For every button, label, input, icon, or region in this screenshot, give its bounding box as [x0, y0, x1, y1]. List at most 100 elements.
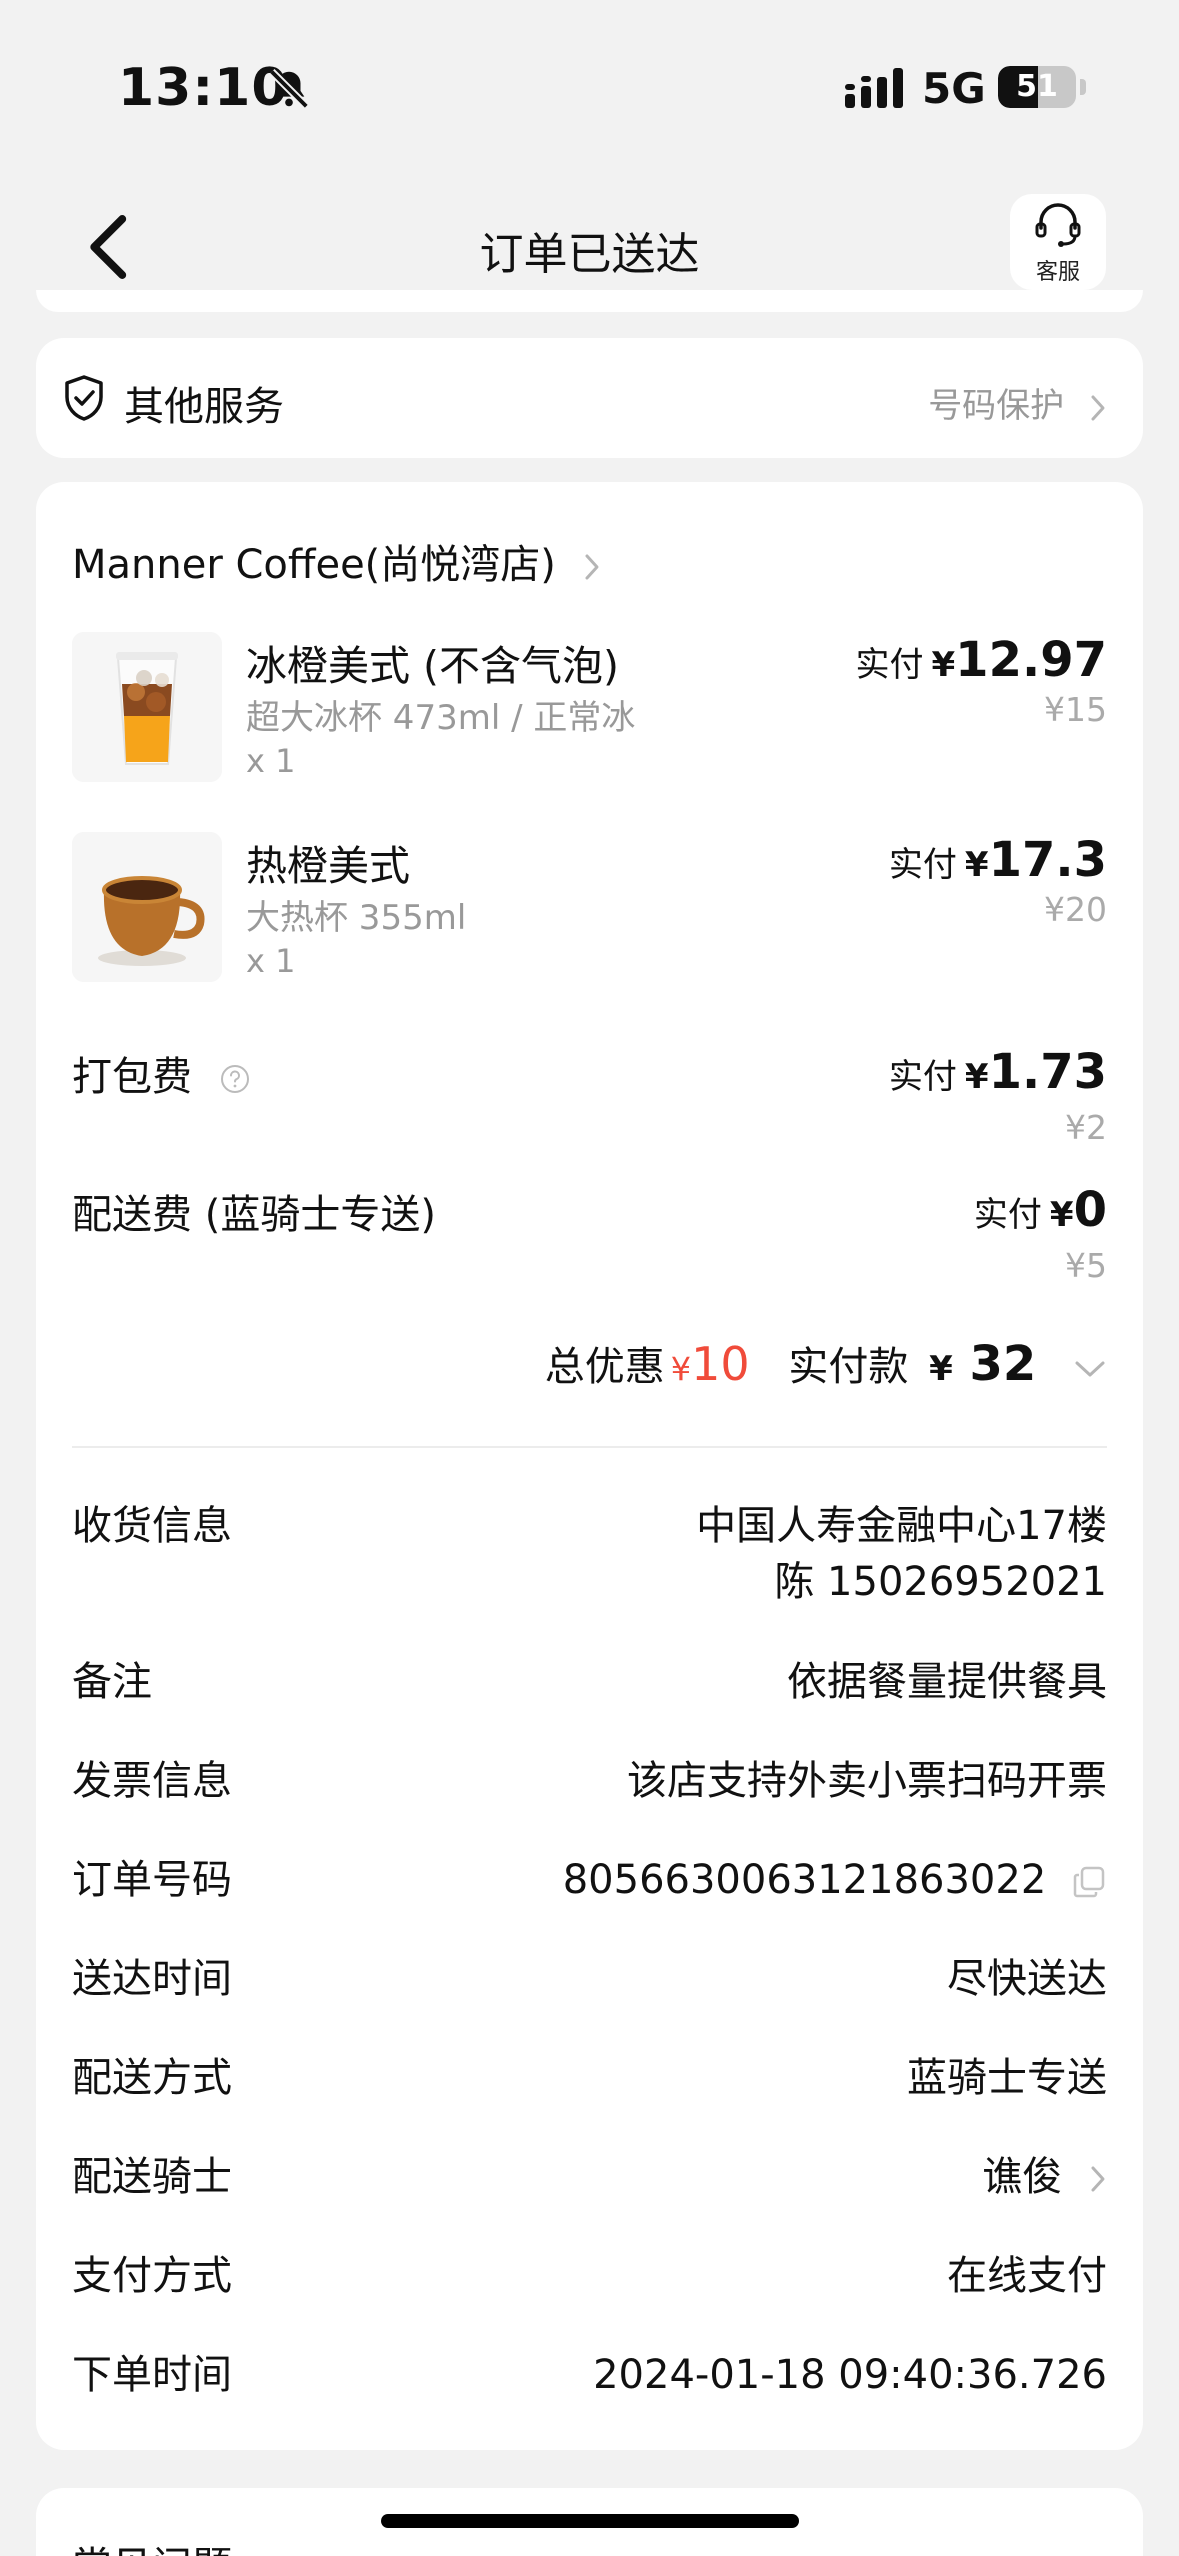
- fee-label-text: 打包费: [72, 1054, 192, 1100]
- delivery-method-value: 蓝骑士专送: [907, 2055, 1107, 2101]
- pay-label: 实付: [973, 1195, 1042, 1235]
- total-currency: ¥: [929, 1349, 953, 1389]
- signal-icon: [845, 68, 903, 108]
- hot-orange-americano-image: [72, 832, 222, 982]
- address-label: 收货信息: [72, 1503, 232, 1549]
- note-label: 备注: [72, 1659, 152, 1705]
- packaging-fee-row: 打包费 实付 ¥1.73 ¥2: [72, 1044, 1107, 1154]
- discount-currency: ¥: [670, 1350, 692, 1388]
- address-line: 中国人寿金融中心17楼: [696, 1503, 1107, 1549]
- delivery-fee-original: ¥5: [1065, 1246, 1107, 1285]
- item-paid-price: 实付 ¥17.3: [889, 832, 1107, 888]
- pay-label: 实付: [888, 845, 957, 885]
- discount-label: 总优惠: [544, 1344, 665, 1390]
- pay-label: 实付: [888, 1057, 957, 1097]
- store-link[interactable]: Manner Coffee(尚悦湾店): [72, 532, 601, 590]
- order-time-label: 下单时间: [72, 2352, 232, 2398]
- order-number: 8056630063121863022: [562, 1857, 1047, 1903]
- number-protection-link[interactable]: 号码保护: [928, 378, 1107, 427]
- order-time-row: 下单时间 2024-01-18 09:40:36.726: [72, 2347, 1107, 2403]
- paid-amount: 1.73: [988, 1044, 1107, 1100]
- invoice-value: 该店支持外卖小票扫码开票: [627, 1758, 1107, 1804]
- nav-bar: 订单已送达 客服: [0, 190, 1179, 300]
- store-name: Manner Coffee(尚悦湾店): [72, 542, 556, 588]
- item-name: 冰橙美式 (不含气泡): [246, 642, 620, 690]
- discount-amount: 10: [691, 1337, 750, 1391]
- currency-symbol: ¥: [964, 1057, 989, 1097]
- rider-value[interactable]: 谯俊: [982, 2149, 1107, 2205]
- note-row: 备注 依据餐量提供餐具: [72, 1654, 1107, 1710]
- customer-service-label: 客服: [1035, 260, 1080, 285]
- previous-card-edge: [36, 290, 1143, 312]
- battery-level: 51: [1016, 69, 1058, 104]
- status-time: 13:10: [118, 58, 289, 118]
- number-protection-label: 号码保护: [928, 386, 1065, 426]
- payment-row: 支付方式 在线支付: [72, 2248, 1107, 2304]
- customer-service-button[interactable]: 客服: [1010, 194, 1106, 290]
- delivery-time-value: 尽快送达: [947, 1956, 1107, 2002]
- total-paid-label: 实付款: [788, 1344, 909, 1390]
- order-item[interactable]: 冰橙美式 (不含气泡) 超大冰杯 473ml / 正常冰 x 1 实付 ¥12.9…: [72, 632, 1107, 782]
- order-time-value: 2024-01-18 09:40:36.726: [593, 2352, 1107, 2398]
- shield-check-icon: [65, 375, 103, 421]
- recipient-line: 陈 15026952021: [774, 1559, 1107, 1605]
- rider-name: 谯俊: [982, 2154, 1063, 2200]
- packaging-fee-label: 打包费: [72, 1044, 251, 1102]
- service-title: 其他服务: [124, 384, 284, 430]
- order-number-label: 订单号码: [72, 1857, 232, 1903]
- delivery-method-label: 配送方式: [72, 2055, 232, 2101]
- divider: [72, 1446, 1107, 1448]
- bell-slash-icon: [269, 69, 309, 109]
- item-spec: 超大冰杯 473ml / 正常冰: [246, 698, 636, 738]
- total-paid-amount: 32: [969, 1336, 1037, 1392]
- note-value: 依据餐量提供餐具: [787, 1659, 1107, 1705]
- network-type: 5G: [922, 64, 986, 113]
- address-value: 中国人寿金融中心17楼 陈 15026952021: [696, 1498, 1107, 1610]
- item-paid-price: 实付 ¥12.97: [856, 632, 1108, 688]
- status-bar: 13:10 5G 51: [0, 0, 1179, 175]
- order-number-row: 订单号码 8056630063121863022: [72, 1852, 1107, 1908]
- item-original-price: ¥20: [1044, 890, 1107, 929]
- item-spec: 大热杯 355ml: [246, 898, 467, 938]
- delivery-time-label: 送达时间: [72, 1956, 232, 2002]
- payment-label: 支付方式: [72, 2253, 232, 2299]
- address-row: 收货信息 中国人寿金融中心17楼 陈 15026952021: [72, 1498, 1107, 1618]
- invoice-label: 发票信息: [72, 1758, 232, 1804]
- item-original-price: ¥15: [1044, 690, 1107, 729]
- copy-icon[interactable]: [1071, 1864, 1107, 1900]
- order-item[interactable]: 热橙美式 大热杯 355ml x 1 实付 ¥17.3 ¥20: [72, 832, 1107, 982]
- battery-icon: 51: [998, 66, 1076, 108]
- delivery-fee-label: 配送费 (蓝骑士专送): [72, 1192, 436, 1238]
- currency-symbol: ¥: [964, 845, 989, 885]
- order-number-value: 8056630063121863022: [563, 1852, 1107, 1908]
- help-icon[interactable]: [219, 1063, 251, 1095]
- item-quantity: x 1: [246, 742, 296, 780]
- service-card[interactable]: 其他服务 号码保护: [36, 338, 1143, 458]
- delivery-method-row: 配送方式 蓝骑士专送: [72, 2050, 1107, 2106]
- battery-cap: [1080, 79, 1086, 95]
- rider-row[interactable]: 配送骑士 谯俊: [72, 2149, 1107, 2205]
- page-title: 订单已送达: [479, 229, 700, 280]
- delivery-time-row: 送达时间 尽快送达: [72, 1951, 1107, 2007]
- rider-label: 配送骑士: [72, 2154, 232, 2200]
- packaging-fee-paid: 实付 ¥1.73: [889, 1044, 1107, 1100]
- headset-icon: [1035, 203, 1081, 247]
- payment-value: 在线支付: [947, 2253, 1107, 2299]
- invoice-row: 发票信息 该店支持外卖小票扫码开票: [72, 1753, 1107, 1809]
- faq-title: 常见问题: [72, 2534, 232, 2556]
- chevron-right-icon: [585, 554, 599, 580]
- home-indicator[interactable]: [381, 2514, 799, 2528]
- pay-label: 实付: [855, 645, 924, 685]
- packaging-fee-original: ¥2: [1065, 1108, 1107, 1147]
- delivery-fee-paid: 实付 ¥0: [974, 1182, 1107, 1238]
- item-quantity: x 1: [246, 942, 296, 980]
- item-name: 热橙美式: [246, 842, 410, 890]
- paid-amount: 17.3: [988, 832, 1107, 888]
- paid-amount: 12.97: [955, 632, 1107, 688]
- delivery-fee-row: 配送费 (蓝骑士专送) 实付 ¥0 ¥5: [72, 1182, 1107, 1292]
- paid-amount: 0: [1073, 1182, 1107, 1238]
- totals-row[interactable]: 总优惠 ¥10 实付款 ¥ 32: [545, 1334, 1107, 1392]
- chevron-right-icon: [1091, 2166, 1105, 2192]
- currency-symbol: ¥: [1049, 1195, 1074, 1235]
- chevron-right-icon: [1091, 395, 1105, 420]
